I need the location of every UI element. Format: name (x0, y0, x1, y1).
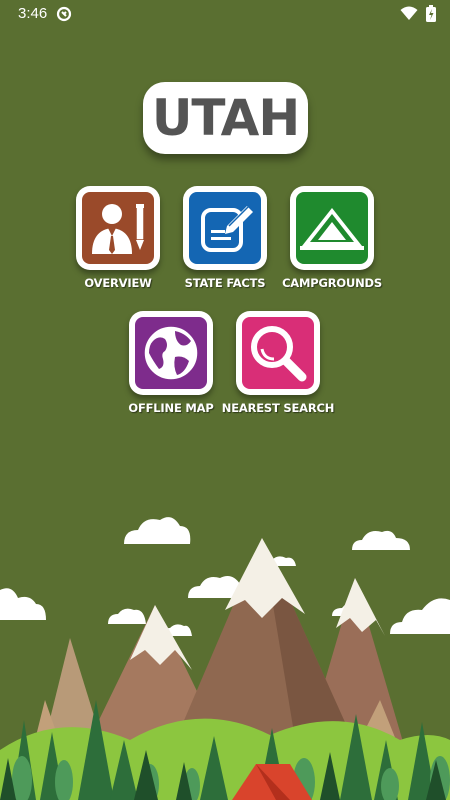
state-facts-button[interactable]: STATE FACTS (165, 186, 285, 290)
nearest-search-tile[interactable] (236, 311, 320, 395)
state-facts-tile[interactable] (183, 186, 267, 270)
nearest-search-button[interactable]: NEAREST SEARCH (218, 311, 338, 415)
overview-button[interactable]: OVERVIEW (58, 186, 178, 290)
app-title: UTAH (151, 89, 300, 147)
status-time: 3:46 (18, 5, 48, 22)
campgrounds-label: CAMPGROUNDS (282, 276, 382, 290)
campgrounds-tile[interactable] (290, 186, 374, 270)
tent-icon (296, 192, 368, 264)
battery-icon (426, 5, 436, 22)
offline-map-label: OFFLINE MAP (128, 401, 214, 415)
offline-map-button[interactable]: OFFLINE MAP (111, 311, 231, 415)
wifi-icon (400, 6, 418, 20)
notification-icon (56, 6, 72, 26)
app-title-badge: UTAH (143, 82, 308, 154)
state-facts-label: STATE FACTS (184, 276, 266, 290)
mountain-landscape-illustration (0, 517, 450, 800)
notepad-pencil-icon (189, 192, 261, 264)
campgrounds-button[interactable]: CAMPGROUNDS (272, 186, 392, 290)
status-icons (400, 5, 436, 22)
clouds (0, 517, 450, 636)
status-bar: 3:46 (0, 0, 450, 28)
overview-tile[interactable] (76, 186, 160, 270)
offline-map-tile[interactable] (129, 311, 213, 395)
businessman-pencil-icon (82, 192, 154, 264)
magnifier-icon (242, 317, 314, 389)
globe-icon (135, 317, 207, 389)
nearest-search-label: NEAREST SEARCH (221, 401, 335, 415)
overview-label: OVERVIEW (84, 276, 152, 290)
